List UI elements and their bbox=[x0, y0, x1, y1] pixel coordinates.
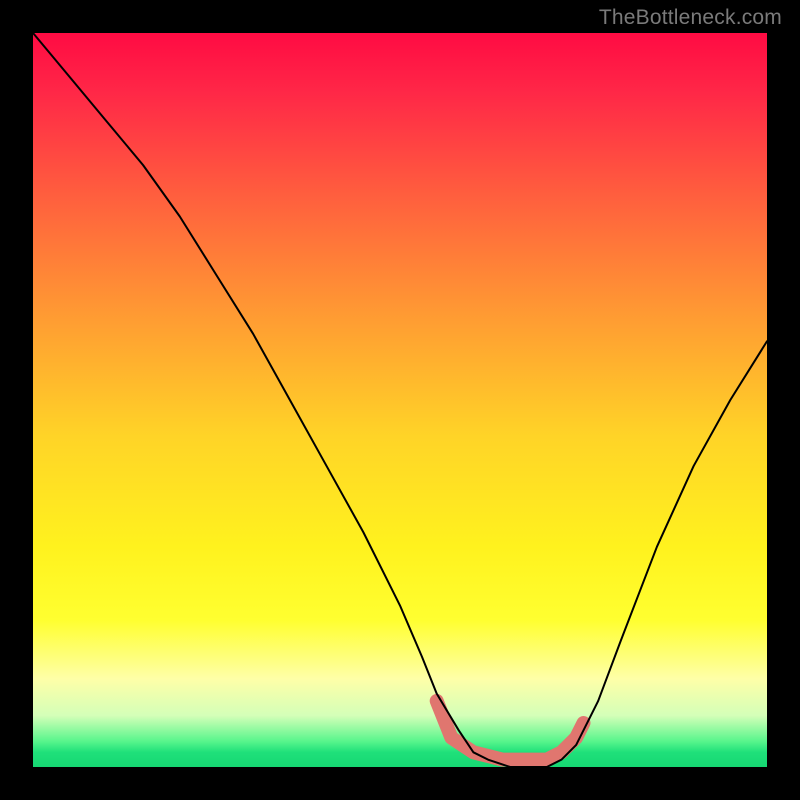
watermark-text: TheBottleneck.com bbox=[599, 6, 782, 30]
chart-gradient-bg bbox=[33, 33, 767, 767]
chart-stage: TheBottleneck.com bbox=[0, 0, 800, 800]
